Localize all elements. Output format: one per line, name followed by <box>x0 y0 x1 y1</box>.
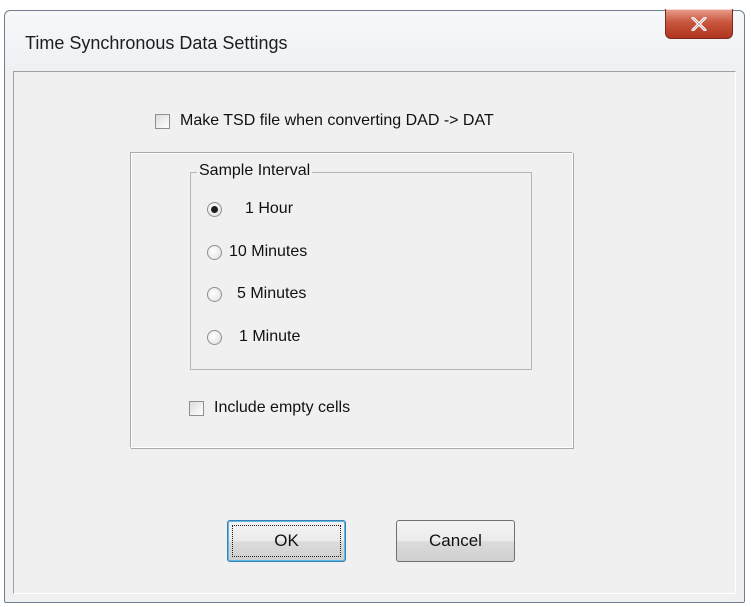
radio-1-hour-label[interactable]: 1 Hour <box>245 200 293 218</box>
dialog-body: Make TSD file when converting DAD -> DAT… <box>13 71 736 594</box>
include-empty-checkbox[interactable] <box>189 401 204 416</box>
make-tsd-label[interactable]: Make TSD file when converting DAD -> DAT <box>180 112 494 130</box>
close-icon <box>691 16 707 31</box>
dialog-window: Time Synchronous Data Settings Make TSD … <box>4 9 745 603</box>
radio-5-minutes[interactable] <box>207 287 222 302</box>
radio-10-minutes-label[interactable]: 10 Minutes <box>229 243 307 261</box>
radio-1-minute[interactable] <box>207 330 222 345</box>
sample-interval-legend: Sample Interval <box>197 162 313 180</box>
close-button[interactable] <box>665 9 733 39</box>
ok-button[interactable]: OK <box>227 520 346 562</box>
radio-1-hour[interactable] <box>207 202 222 217</box>
cancel-button-label: Cancel <box>429 531 482 550</box>
make-tsd-checkbox[interactable] <box>155 114 170 129</box>
radio-5-minutes-label[interactable]: 5 Minutes <box>237 285 306 303</box>
cancel-button[interactable]: Cancel <box>396 520 515 562</box>
radio-10-minutes[interactable] <box>207 245 222 260</box>
include-empty-label[interactable]: Include empty cells <box>214 399 350 417</box>
radio-1-minute-label[interactable]: 1 Minute <box>239 328 300 346</box>
ok-button-label: OK <box>274 531 299 550</box>
window-title: Time Synchronous Data Settings <box>25 33 288 53</box>
